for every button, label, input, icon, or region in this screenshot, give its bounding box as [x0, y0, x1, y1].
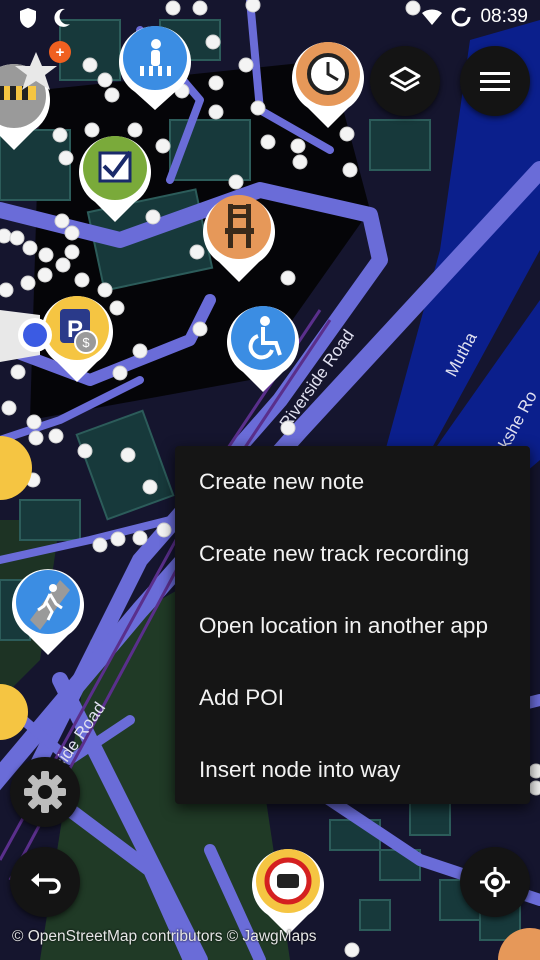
- shield-icon: [20, 8, 36, 28]
- menu-item-create-track-recording[interactable]: Create new track recording: [175, 518, 530, 590]
- sync-icon: [451, 7, 471, 27]
- locate-button[interactable]: [460, 847, 530, 917]
- layers-icon: [389, 66, 421, 92]
- menu-item-insert-node[interactable]: Insert node into way: [175, 734, 530, 806]
- hamburger-menu-icon: [480, 72, 510, 91]
- status-time: 08:39: [480, 6, 528, 27]
- moon-icon: [54, 8, 70, 27]
- map-attribution[interactable]: © OpenStreetMap contributors © JawgMaps: [12, 928, 317, 946]
- context-menu: Create new note Create new track recordi…: [175, 446, 530, 804]
- menu-item-open-location[interactable]: Open location in another app: [175, 590, 530, 662]
- barrier-icon: [0, 86, 36, 100]
- settings-button[interactable]: [10, 757, 80, 827]
- svg-text:$: $: [82, 335, 90, 350]
- wifi-icon: [422, 9, 443, 25]
- gps-locate-icon: [480, 867, 510, 897]
- menu-item-create-note[interactable]: Create new note: [175, 446, 530, 518]
- menu-item-add-poi[interactable]: Add POI: [175, 662, 530, 734]
- gear-icon: [24, 771, 66, 813]
- undo-button[interactable]: [10, 847, 80, 917]
- layers-button[interactable]: [370, 46, 440, 116]
- svg-text:+: +: [56, 44, 65, 61]
- undo-icon: [31, 873, 61, 894]
- status-bar: 08:39: [0, 0, 540, 36]
- main-menu-button[interactable]: [460, 46, 530, 116]
